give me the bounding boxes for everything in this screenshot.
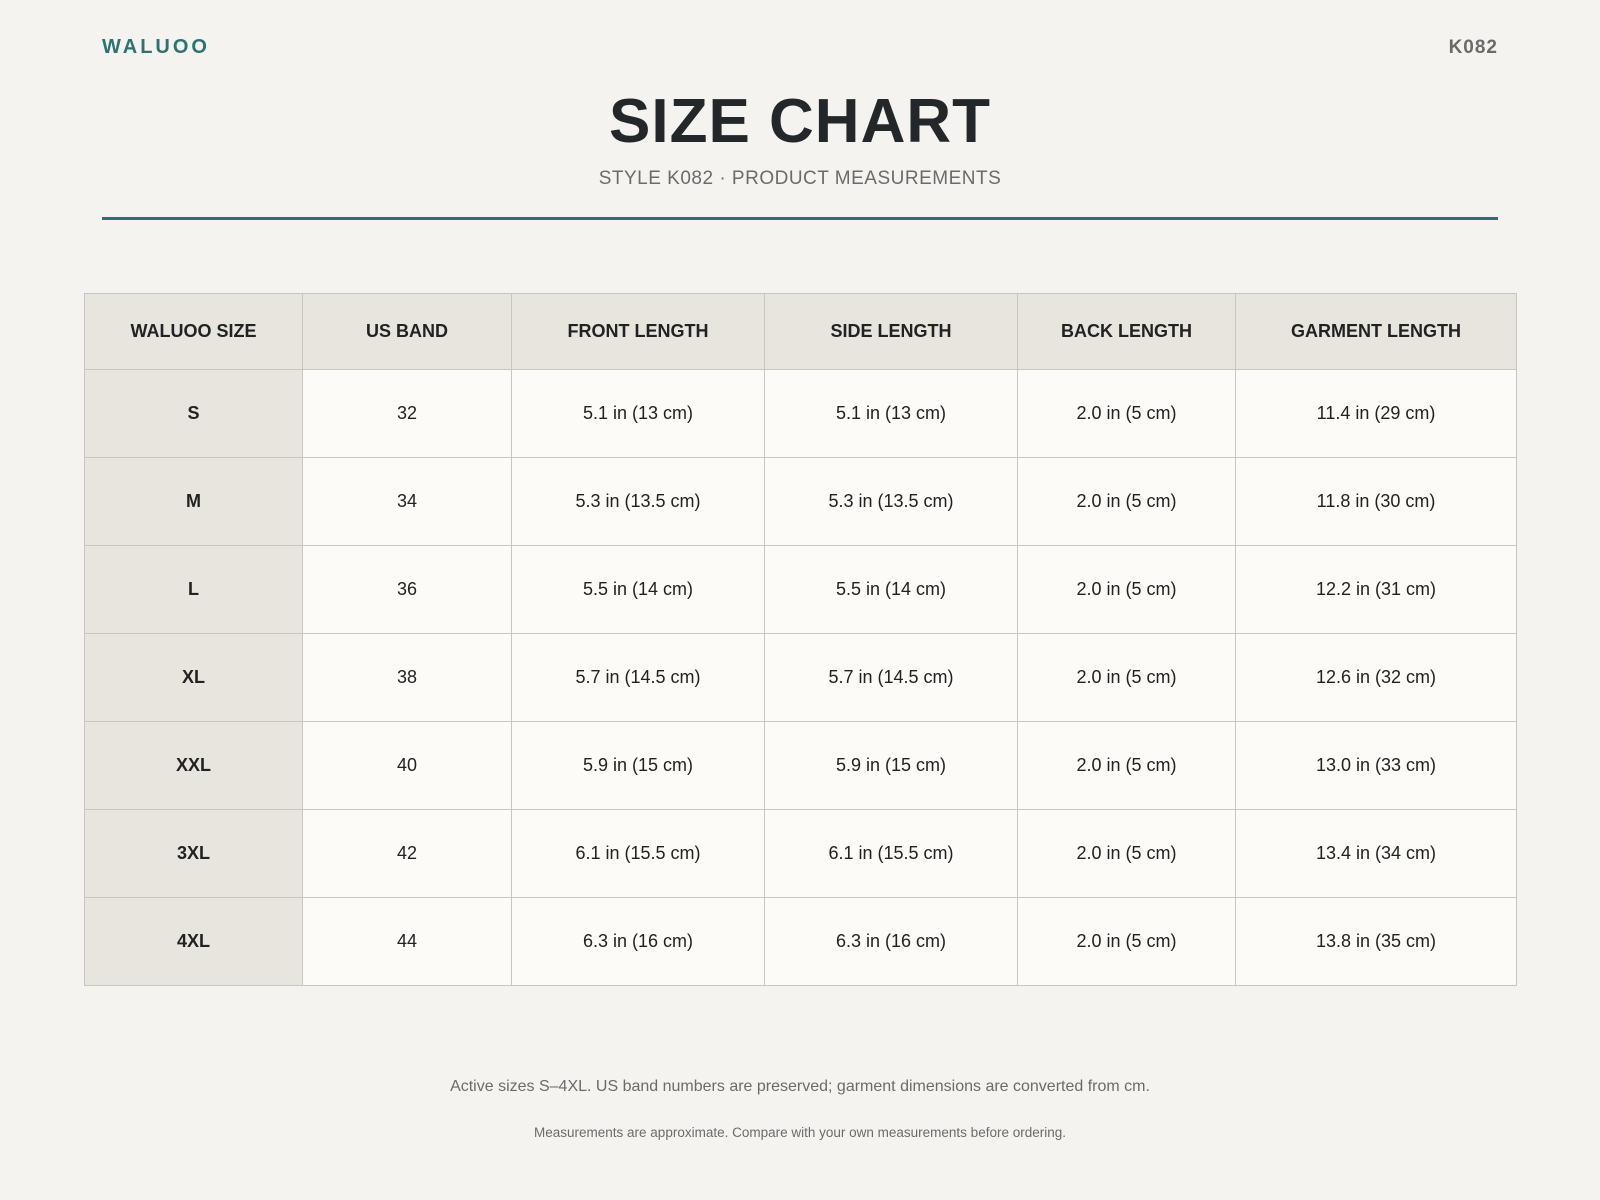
size-cell: XL [84,633,303,722]
table-row: M 34 5.3 in (13.5 cm) 5.3 in (13.5 cm) 2… [84,457,1517,546]
table-row: XXL 40 5.9 in (15 cm) 5.9 in (15 cm) 2.0… [84,721,1517,810]
us-band-cell: 38 [302,633,512,722]
front-length-cell: 6.1 in (15.5 cm) [511,809,765,898]
size-cell: M [84,457,303,546]
size-cell: S [84,369,303,458]
side-length-cell: 5.7 in (14.5 cm) [764,633,1018,722]
us-band-cell: 34 [302,457,512,546]
size-table: WALUOO SIZE US BAND FRONT LENGTH SIDE LE… [84,293,1517,986]
back-length-cell: 2.0 in (5 cm) [1017,897,1236,986]
front-length-cell: 5.5 in (14 cm) [511,545,765,634]
back-length-cell: 2.0 in (5 cm) [1017,545,1236,634]
column-header-waluoo-size: WALUOO SIZE [84,293,303,370]
garment-length-cell: 11.8 in (30 cm) [1235,457,1517,546]
page-subtitle: STYLE K082 · PRODUCT MEASUREMENTS [598,168,1002,189]
garment-length-cell: 12.2 in (31 cm) [1235,545,1517,634]
page-title: SIZE CHART [609,87,991,156]
back-length-cell: 2.0 in (5 cm) [1017,809,1236,898]
us-band-cell: 32 [302,369,512,458]
size-cell: 3XL [84,809,303,898]
side-length-cell: 5.3 in (13.5 cm) [764,457,1018,546]
column-header-garment-length: GARMENT LENGTH [1235,293,1517,370]
footer-note-disclaimer: Measurements are approximate. Compare wi… [534,1125,1066,1140]
side-length-cell: 6.1 in (15.5 cm) [764,809,1018,898]
style-code: K082 [1448,37,1498,58]
side-length-cell: 6.3 in (16 cm) [764,897,1018,986]
side-length-cell: 5.1 in (13 cm) [764,369,1018,458]
garment-length-cell: 11.4 in (29 cm) [1235,369,1517,458]
table-row: L 36 5.5 in (14 cm) 5.5 in (14 cm) 2.0 i… [84,545,1517,634]
footer-note-sizes: Active sizes S–4XL. US band numbers are … [450,1078,1150,1095]
size-cell: L [84,545,303,634]
side-length-cell: 5.9 in (15 cm) [764,721,1018,810]
table-header-row: WALUOO SIZE US BAND FRONT LENGTH SIDE LE… [84,293,1517,370]
side-length-cell: 5.5 in (14 cm) [764,545,1018,634]
brand-logo: WALUOO [102,36,210,58]
us-band-cell: 44 [302,897,512,986]
title-divider [102,217,1498,220]
size-cell: 4XL [84,897,303,986]
front-length-cell: 5.9 in (15 cm) [511,721,765,810]
size-cell: XXL [84,721,303,810]
back-length-cell: 2.0 in (5 cm) [1017,457,1236,546]
front-length-cell: 6.3 in (16 cm) [511,897,765,986]
back-length-cell: 2.0 in (5 cm) [1017,633,1236,722]
us-band-cell: 36 [302,545,512,634]
table-row: S 32 5.1 in (13 cm) 5.1 in (13 cm) 2.0 i… [84,369,1517,458]
column-header-back-length: BACK LENGTH [1017,293,1236,370]
column-header-us-band: US BAND [302,293,512,370]
us-band-cell: 40 [302,721,512,810]
table-row: XL 38 5.7 in (14.5 cm) 5.7 in (14.5 cm) … [84,633,1517,722]
column-header-front-length: FRONT LENGTH [511,293,765,370]
column-header-side-length: SIDE LENGTH [764,293,1018,370]
garment-length-cell: 13.0 in (33 cm) [1235,721,1517,810]
table-row: 4XL 44 6.3 in (16 cm) 6.3 in (16 cm) 2.0… [84,897,1517,986]
front-length-cell: 5.1 in (13 cm) [511,369,765,458]
back-length-cell: 2.0 in (5 cm) [1017,721,1236,810]
back-length-cell: 2.0 in (5 cm) [1017,369,1236,458]
garment-length-cell: 12.6 in (32 cm) [1235,633,1517,722]
us-band-cell: 42 [302,809,512,898]
garment-length-cell: 13.8 in (35 cm) [1235,897,1517,986]
front-length-cell: 5.3 in (13.5 cm) [511,457,765,546]
garment-length-cell: 13.4 in (34 cm) [1235,809,1517,898]
table-row: 3XL 42 6.1 in (15.5 cm) 6.1 in (15.5 cm)… [84,809,1517,898]
front-length-cell: 5.7 in (14.5 cm) [511,633,765,722]
